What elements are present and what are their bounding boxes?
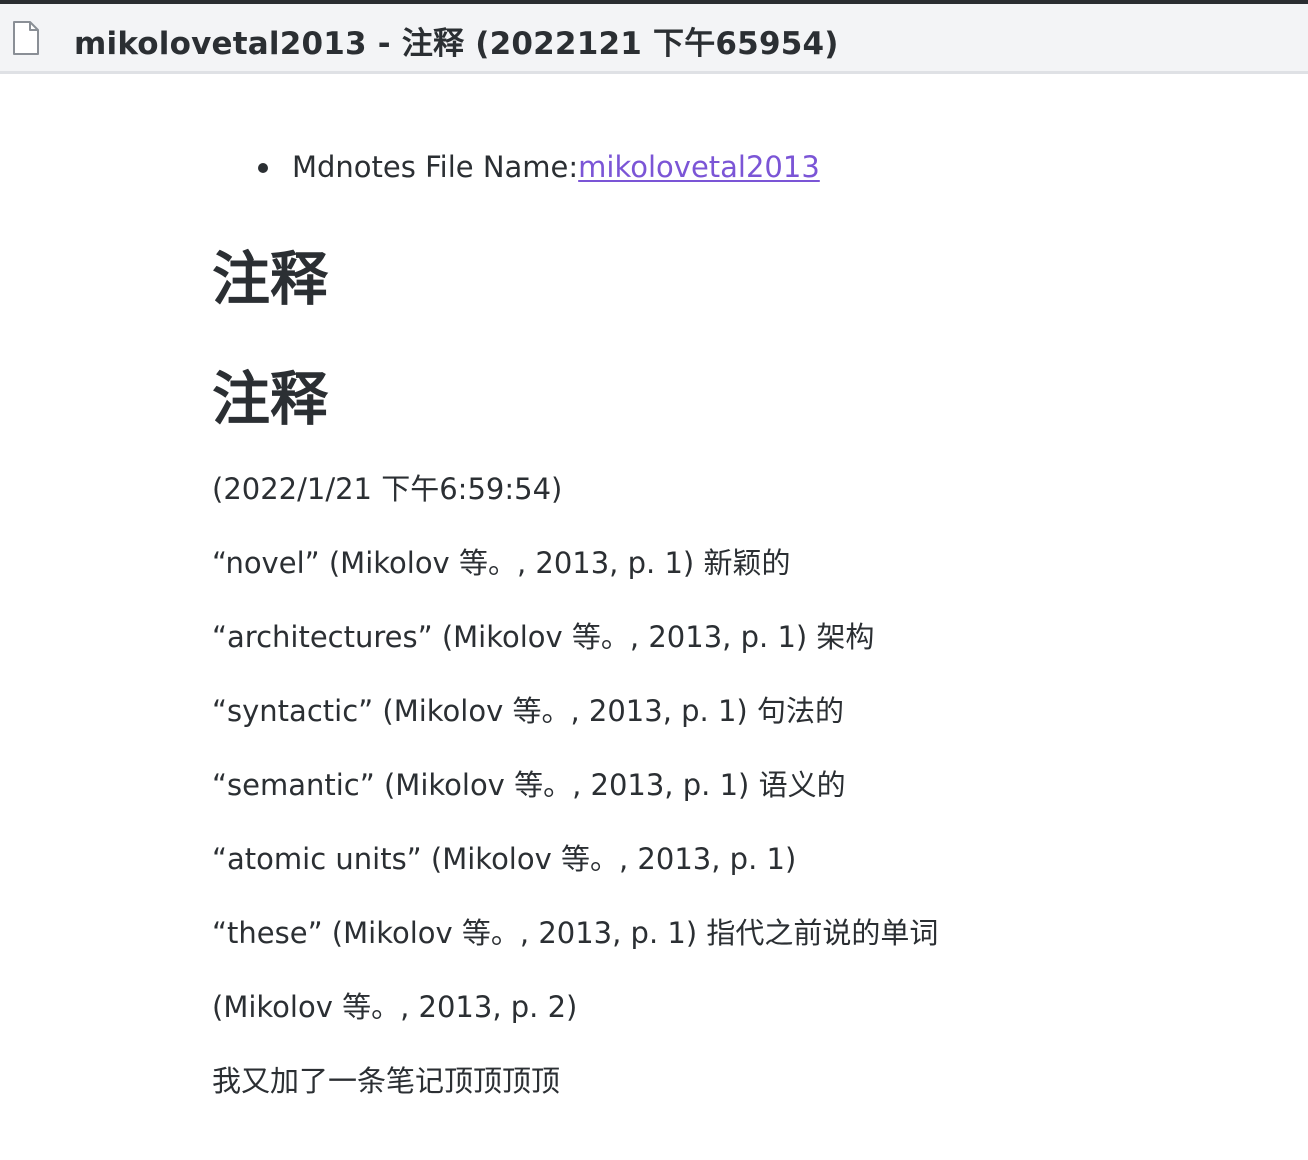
annotation-timestamp: (2022/1/21 下午6:59:54) — [212, 472, 563, 506]
annotation-paragraph: “syntactic” (Mikolov 等。, 2013, p. 1) 句法的 — [212, 694, 844, 728]
heading-annotations-secondary: 注释 — [212, 365, 329, 433]
annotation-paragraph: “atomic units” (Mikolov 等。, 2013, p. 1) — [212, 842, 797, 876]
file-icon — [13, 21, 39, 55]
heading-annotations: 注释 — [212, 245, 329, 313]
bullet-icon — [258, 163, 268, 173]
annotation-paragraph: “semantic” (Mikolov 等。, 2013, p. 1) 语义的 — [212, 768, 846, 802]
annotation-paragraph: “novel” (Mikolov 等。, 2013, p. 1) 新颖的 — [212, 546, 791, 580]
metadata-label: Mdnotes File Name: — [292, 150, 579, 184]
title-bar: mikolovetal2013 - 注释 (2022121 下午65954) — [0, 4, 1308, 74]
annotation-paragraph: (Mikolov 等。, 2013, p. 2) — [212, 990, 578, 1024]
mdnotes-file-link[interactable]: mikolovetal2013 — [578, 150, 820, 184]
annotation-paragraph: “these” (Mikolov 等。, 2013, p. 1) 指代之前说的单… — [212, 916, 939, 950]
window-title: mikolovetal2013 - 注释 (2022121 下午65954) — [74, 26, 839, 62]
note-window: mikolovetal2013 - 注释 (2022121 下午65954) M… — [0, 0, 1308, 1160]
metadata-list-item: Mdnotes File Name: mikolovetal2013 — [258, 150, 820, 184]
annotation-note: 我又加了一条笔记顶顶顶顶 — [212, 1064, 561, 1098]
annotation-paragraph: “architectures” (Mikolov 等。, 2013, p. 1)… — [212, 620, 875, 654]
